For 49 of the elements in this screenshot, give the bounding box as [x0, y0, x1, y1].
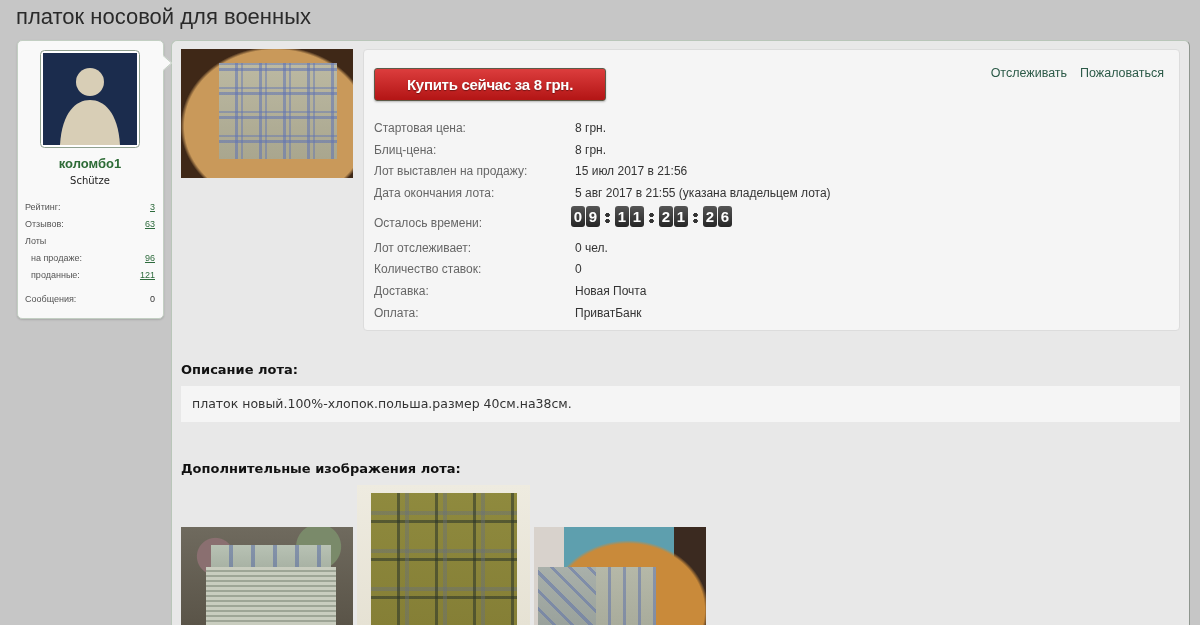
countdown-digit: 9: [586, 205, 600, 227]
action-link[interactable]: Отслеживать: [990, 64, 1068, 82]
countdown-digit: 6: [718, 205, 732, 227]
detail-label: Дата окончания лота:: [374, 185, 496, 200]
countdown-digit: 1: [630, 205, 644, 227]
detail-label: Блиц-цена:: [374, 142, 438, 157]
detail-value: Новая Почта: [575, 283, 647, 298]
section-heading: Описание лота:: [181, 360, 299, 379]
detail-value: ПриватБанк: [575, 305, 642, 320]
stat-value-link[interactable]: 96: [145, 252, 155, 263]
detail-label: Доставка:: [374, 283, 430, 298]
stat-value-link[interactable]: 3: [150, 202, 155, 213]
stat-label: Рейтинг:: [25, 202, 61, 213]
colon-icon: [649, 211, 654, 224]
countdown-digit: 1: [615, 205, 629, 227]
stat-label: Лоты: [25, 236, 47, 246]
buy-now-button[interactable]: Купить сейчас за 8 грн.: [374, 68, 606, 101]
description-text: платок новый.100%-хлопок.польша.размер 40см.на38см.: [192, 396, 572, 411]
detail-value: 0 чел.: [575, 240, 608, 255]
page-title: платок носовой для военных: [16, 3, 312, 31]
colon-icon: [693, 211, 698, 224]
countdown-digit: 2: [659, 205, 673, 227]
stat-label: на продаже:: [31, 252, 82, 263]
stat-label: проданные:: [31, 269, 80, 280]
detail-value: 8 грн.: [575, 142, 607, 157]
detail-value: 15 июл 2017 в 21:56: [575, 164, 688, 179]
username-link[interactable]: коломбо1: [58, 156, 122, 172]
detail-label: Количество ставок:: [374, 262, 483, 277]
stat-label: Отзывов:: [25, 219, 64, 230]
section-heading: Дополнительные изображения лота:: [181, 459, 462, 478]
detail-value: 0: [575, 262, 582, 277]
user-rank: Schütze: [70, 174, 110, 188]
action-link[interactable]: Пожаловаться: [1080, 64, 1164, 82]
colon-icon: [605, 211, 610, 224]
detail-label: Стартовая цена:: [374, 120, 467, 135]
stat-value: 0: [150, 294, 155, 305]
avatar-silhouette[interactable]: [40, 50, 140, 148]
countdown-digit: 2: [703, 205, 717, 227]
detail-label: Оплата:: [374, 305, 420, 320]
stat-value-link[interactable]: 121: [139, 269, 155, 280]
detail-label: Осталось времени:: [374, 215, 484, 230]
countdown-digit: 0: [571, 205, 585, 227]
detail-value: 8 грн.: [575, 120, 607, 135]
countdown-digit: 1: [674, 205, 688, 227]
detail-label: Лот отслеживает:: [374, 240, 473, 255]
stat-label: Сообщения:: [25, 294, 77, 305]
stat-value-link[interactable]: 63: [145, 219, 155, 230]
detail-label: Лот выставлен на продажу:: [374, 164, 529, 179]
detail-value: 5 авг 2017 в 21:55 (указана владельцем лота): [575, 185, 831, 200]
